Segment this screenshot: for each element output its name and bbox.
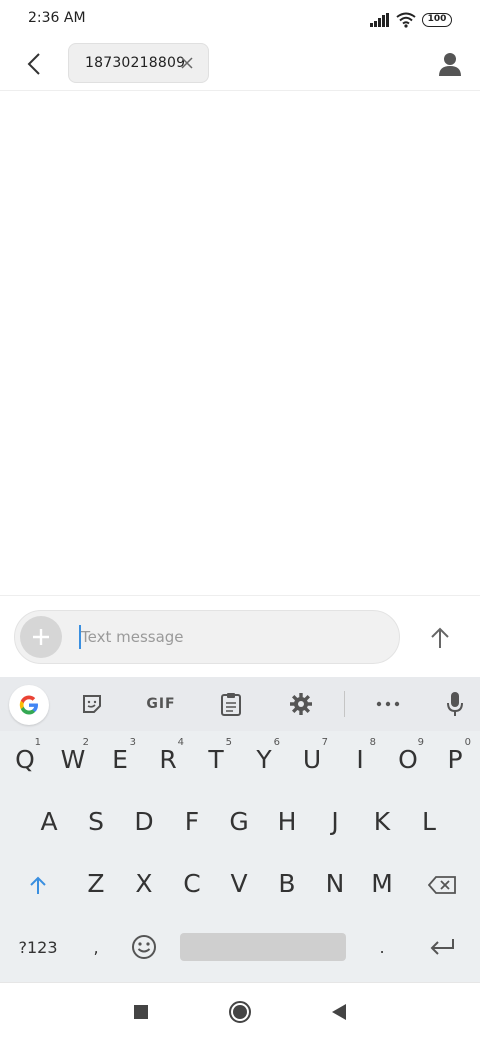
key-q[interactable]: Q1 xyxy=(3,731,47,787)
key-z[interactable]: Z xyxy=(74,855,118,911)
key-e[interactable]: E3 xyxy=(98,731,142,787)
key-b[interactable]: B xyxy=(265,855,309,911)
back-nav-button[interactable] xyxy=(324,997,354,1027)
key-p[interactable]: P0 xyxy=(433,731,477,787)
key-h[interactable]: H xyxy=(265,793,309,849)
key-v[interactable]: V xyxy=(217,855,261,911)
attach-button[interactable] xyxy=(20,616,62,658)
enter-icon xyxy=(430,939,454,955)
recipient-number: 18730218809 xyxy=(85,55,186,71)
key-w[interactable]: W2 xyxy=(51,731,95,787)
message-thread xyxy=(0,92,480,595)
key-t[interactable]: T5 xyxy=(194,731,238,787)
key-f[interactable]: F xyxy=(170,793,214,849)
toolbar-divider xyxy=(344,691,345,717)
message-composer: Text message xyxy=(0,595,480,677)
gif-button[interactable]: GIF xyxy=(136,686,186,722)
key-s[interactable]: S xyxy=(74,793,118,849)
settings-button[interactable] xyxy=(283,686,319,722)
backspace-icon xyxy=(428,876,456,894)
voice-input-button[interactable] xyxy=(437,686,473,722)
app-bar: 18730218809 xyxy=(0,40,480,91)
key-i[interactable]: I8 xyxy=(338,731,382,787)
clipboard-icon xyxy=(221,693,241,716)
wifi-icon xyxy=(396,12,416,28)
backspace-key[interactable] xyxy=(418,857,466,913)
contact-button[interactable] xyxy=(436,50,464,78)
emoji-icon xyxy=(132,935,156,959)
clipboard-button[interactable] xyxy=(213,686,249,722)
key-x[interactable]: X xyxy=(122,855,166,911)
more-dots-icon xyxy=(376,701,400,707)
back-button[interactable] xyxy=(20,50,48,78)
status-time: 2:36 AM xyxy=(28,10,86,26)
more-button[interactable] xyxy=(370,686,406,722)
key-r[interactable]: R4 xyxy=(146,731,190,787)
status-bar: 2:36 AM 100 xyxy=(0,0,480,40)
gif-label: GIF xyxy=(146,696,176,712)
recents-button[interactable] xyxy=(126,997,156,1027)
space-bar[interactable] xyxy=(180,933,346,961)
sticker-icon xyxy=(83,695,101,713)
google-button[interactable] xyxy=(9,685,49,725)
key-a[interactable]: A xyxy=(27,793,71,849)
battery-indicator: 100 xyxy=(422,13,452,27)
close-icon xyxy=(181,57,193,69)
microphone-icon xyxy=(447,692,463,716)
back-arrow-icon xyxy=(27,53,40,75)
emoji-key[interactable] xyxy=(122,919,166,975)
home-circle-icon xyxy=(229,1001,251,1023)
key-m[interactable]: M xyxy=(360,855,404,911)
key-c[interactable]: C xyxy=(170,855,214,911)
period-key[interactable]: . xyxy=(360,919,404,975)
key-u[interactable]: U7 xyxy=(290,731,334,787)
shift-key[interactable] xyxy=(14,857,62,913)
remove-recipient-button[interactable] xyxy=(178,54,196,72)
status-icons: 100 xyxy=(370,12,452,28)
key-j[interactable]: J xyxy=(313,793,357,849)
key-n[interactable]: N xyxy=(313,855,357,911)
enter-key[interactable] xyxy=(418,919,466,975)
arrow-up-icon xyxy=(431,627,449,648)
gear-icon xyxy=(290,693,312,715)
comma-key[interactable]: , xyxy=(74,919,118,975)
key-g[interactable]: G xyxy=(217,793,261,849)
keyboard-toolbar: GIF xyxy=(0,677,480,731)
person-icon xyxy=(439,53,461,76)
home-button[interactable] xyxy=(225,997,255,1027)
keyboard: GIF Q 1 W 2 E 3 R 4 T 5 Y 6 U 7 I 8 O 9 … xyxy=(0,677,480,982)
key-l[interactable]: L xyxy=(407,793,451,849)
key-d[interactable]: D xyxy=(122,793,166,849)
google-icon xyxy=(19,695,38,715)
key-o[interactable]: O9 xyxy=(386,731,430,787)
plus-icon xyxy=(33,629,49,645)
message-input-container[interactable]: Text message xyxy=(14,610,400,664)
key-y[interactable]: Y6 xyxy=(242,731,286,787)
recipient-chip[interactable]: 18730218809 xyxy=(68,43,209,83)
shift-arrow-icon xyxy=(30,876,46,894)
triangle-back-icon xyxy=(332,1004,346,1020)
symbols-key[interactable]: ?123 xyxy=(12,919,64,975)
key-k[interactable]: K xyxy=(360,793,404,849)
square-icon xyxy=(134,1005,148,1019)
send-button[interactable] xyxy=(422,620,458,656)
signal-icon xyxy=(370,13,389,27)
message-input[interactable]: Text message xyxy=(81,625,381,649)
sticker-button[interactable] xyxy=(74,686,110,722)
system-nav-bar xyxy=(0,982,480,1040)
